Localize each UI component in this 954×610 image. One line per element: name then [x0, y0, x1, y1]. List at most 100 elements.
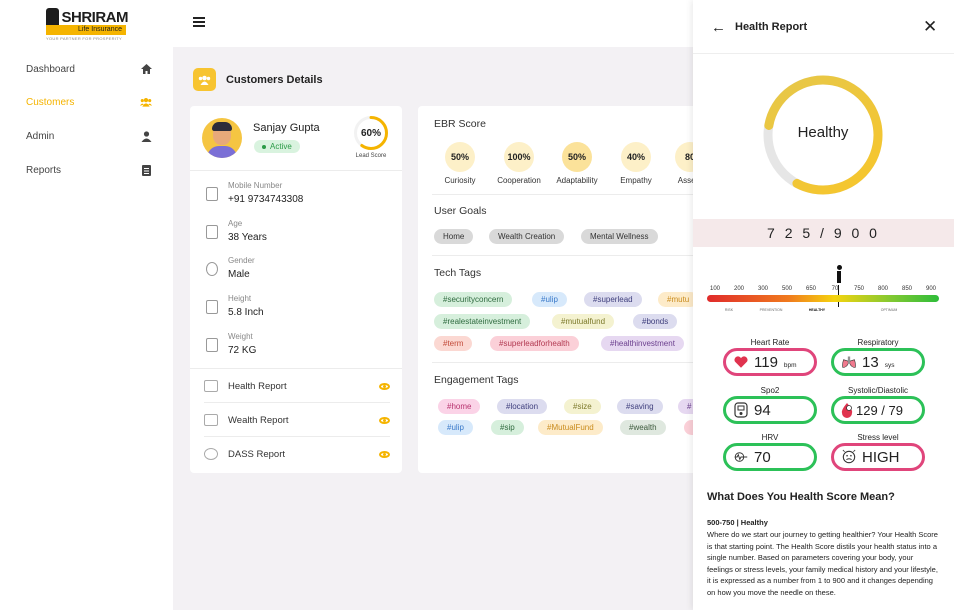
blood-pressure-pill: 129 / 79: [831, 396, 925, 424]
status-text: Active: [270, 142, 292, 151]
engagement-tag: #sip: [491, 420, 524, 435]
blood-drop-icon: [840, 403, 854, 418]
scale-tick-label: 200: [733, 286, 745, 292]
gauge-label: Healthy: [797, 124, 849, 141]
sidebar-item-dashboard[interactable]: Dashboard: [26, 59, 152, 79]
score-label: Cooperation: [497, 176, 541, 185]
avatar: [202, 118, 242, 158]
height-field: Height 5.8 Inch: [204, 294, 394, 324]
page-header: Customers Details: [193, 68, 323, 91]
tech-tag: #mutualfund: [552, 314, 615, 329]
dass-report-link[interactable]: DASS Report: [204, 444, 390, 464]
score-curiosity: 50% Curiosity: [432, 142, 488, 185]
page-title: Customers Details: [226, 73, 323, 86]
oximeter-icon: [734, 402, 748, 418]
sidebar-item-reports[interactable]: Reports: [26, 160, 152, 180]
tech-tag: #superlead: [584, 292, 642, 307]
tech-tag: #superleadforhealth: [490, 336, 579, 351]
meaning-title: What Does You Health Score Mean?: [707, 491, 895, 503]
vital-unit: bpm: [783, 361, 797, 369]
scale-tick-label: 650: [805, 286, 817, 292]
field-value: 38 Years: [228, 232, 267, 243]
vital-label: HRV: [761, 433, 779, 442]
score-empathy: 40% Empathy: [608, 142, 664, 185]
scale-tick-label: 500: [781, 286, 793, 292]
customer-name: Sanjay Gupta: [253, 122, 320, 134]
tech-tag: #healthinvestment: [601, 336, 684, 351]
score-label: Curiosity: [444, 176, 476, 185]
goal-chip: Home: [434, 229, 474, 244]
wealth-report-icon: [204, 414, 218, 426]
mobile-number-field: Mobile Number +91 9734743308: [204, 181, 394, 211]
vital-label: Respiratory: [857, 338, 899, 347]
height-icon: [206, 300, 218, 314]
sidebar-item-label: Reports: [26, 164, 62, 176]
field-value: +91 9734743308: [228, 194, 304, 205]
panel-title: Health Report: [735, 21, 808, 33]
scale-tick-label: 70: [831, 286, 839, 292]
goal-chip: Mental Wellness: [581, 229, 658, 244]
sidebar-item-label: Admin: [26, 130, 55, 142]
user-goals-title: User Goals: [434, 205, 487, 217]
tech-tags-title: Tech Tags: [434, 267, 482, 279]
ebr-card: EBR Score 50% Curiosity 100% Cooperation…: [418, 106, 708, 473]
home-icon: [140, 63, 152, 75]
sidebar-item-customers[interactable]: Customers: [26, 92, 152, 112]
scale-tick-label: 850: [901, 286, 913, 292]
eye-icon[interactable]: [379, 416, 390, 424]
wealth-report-link[interactable]: Wealth Report: [204, 410, 390, 430]
health-report-panel: ← Health Report ✕ Healthy 7 2 5 / 9 0 0 …: [693, 0, 954, 610]
sidebar-item-admin[interactable]: Admin: [26, 126, 152, 146]
field-label: Weight: [228, 332, 253, 341]
vital-value: HIGH: [862, 448, 900, 466]
brand-name: SHRIRAM: [61, 8, 129, 26]
vital-label: Spo2: [760, 386, 780, 395]
tech-tag: #securityconcern: [434, 292, 513, 307]
heart-icon: [734, 355, 748, 369]
engagement-tag: #size: [564, 399, 601, 414]
field-label: Age: [228, 219, 243, 228]
field-value: Male: [228, 269, 250, 280]
field-label: Gender: [228, 256, 255, 265]
panel-header: ← Health Report ✕: [693, 0, 954, 54]
report-icon: [140, 164, 152, 176]
calendar-icon: [206, 225, 218, 239]
age-field: Age 38 Years: [204, 219, 394, 249]
scale-tick-label: 800: [877, 286, 889, 292]
report-label: DASS Report: [228, 448, 286, 460]
tech-tag: #ulip: [532, 292, 567, 307]
person-marker-icon: [836, 265, 842, 285]
eye-icon[interactable]: [379, 382, 390, 390]
scale-tick-label: 750: [853, 286, 865, 292]
hrv-pill: 70: [723, 443, 817, 471]
field-label: Height: [228, 294, 252, 303]
vital-unit: sys: [884, 361, 895, 369]
tech-tag: #realestateinvestment: [434, 314, 531, 329]
admin-icon: [140, 130, 152, 142]
hamburger-menu-icon[interactable]: [193, 17, 205, 27]
health-report-link[interactable]: Health Report: [204, 376, 390, 396]
vital-label: Heart Rate: [750, 338, 790, 347]
weight-scale-icon: [206, 338, 218, 352]
lead-score-value: 60%: [360, 127, 381, 139]
dass-report-icon: [204, 448, 218, 460]
scale-tick-label: 900: [925, 286, 937, 292]
eye-icon[interactable]: [379, 450, 390, 458]
users-icon: [140, 96, 152, 108]
scale-zone-label: RISK: [724, 308, 734, 312]
score-value: 50%: [445, 142, 475, 172]
brand-sub: Life Insurance: [78, 26, 122, 33]
score-label: Adaptability: [556, 176, 598, 185]
vital-value: 13: [862, 353, 879, 371]
lungs-icon: [842, 355, 856, 369]
health-report-icon: [204, 380, 218, 392]
back-arrow-icon[interactable]: ←: [711, 19, 726, 36]
brand-tagline: YOUR PARTNER FOR PROSPERITY: [46, 36, 122, 41]
scale-tick-label: 300: [757, 286, 769, 292]
brand-logo[interactable]: SHRIRAM Life Insurance YOUR PARTNER FOR …: [46, 8, 129, 41]
close-icon[interactable]: ✕: [923, 17, 937, 37]
scale-zone-label: HEALTHY: [808, 308, 826, 312]
field-value: 5.8 Inch: [228, 307, 264, 318]
vital-value: 119: [754, 353, 778, 371]
engagement-tag: #home: [438, 399, 481, 414]
